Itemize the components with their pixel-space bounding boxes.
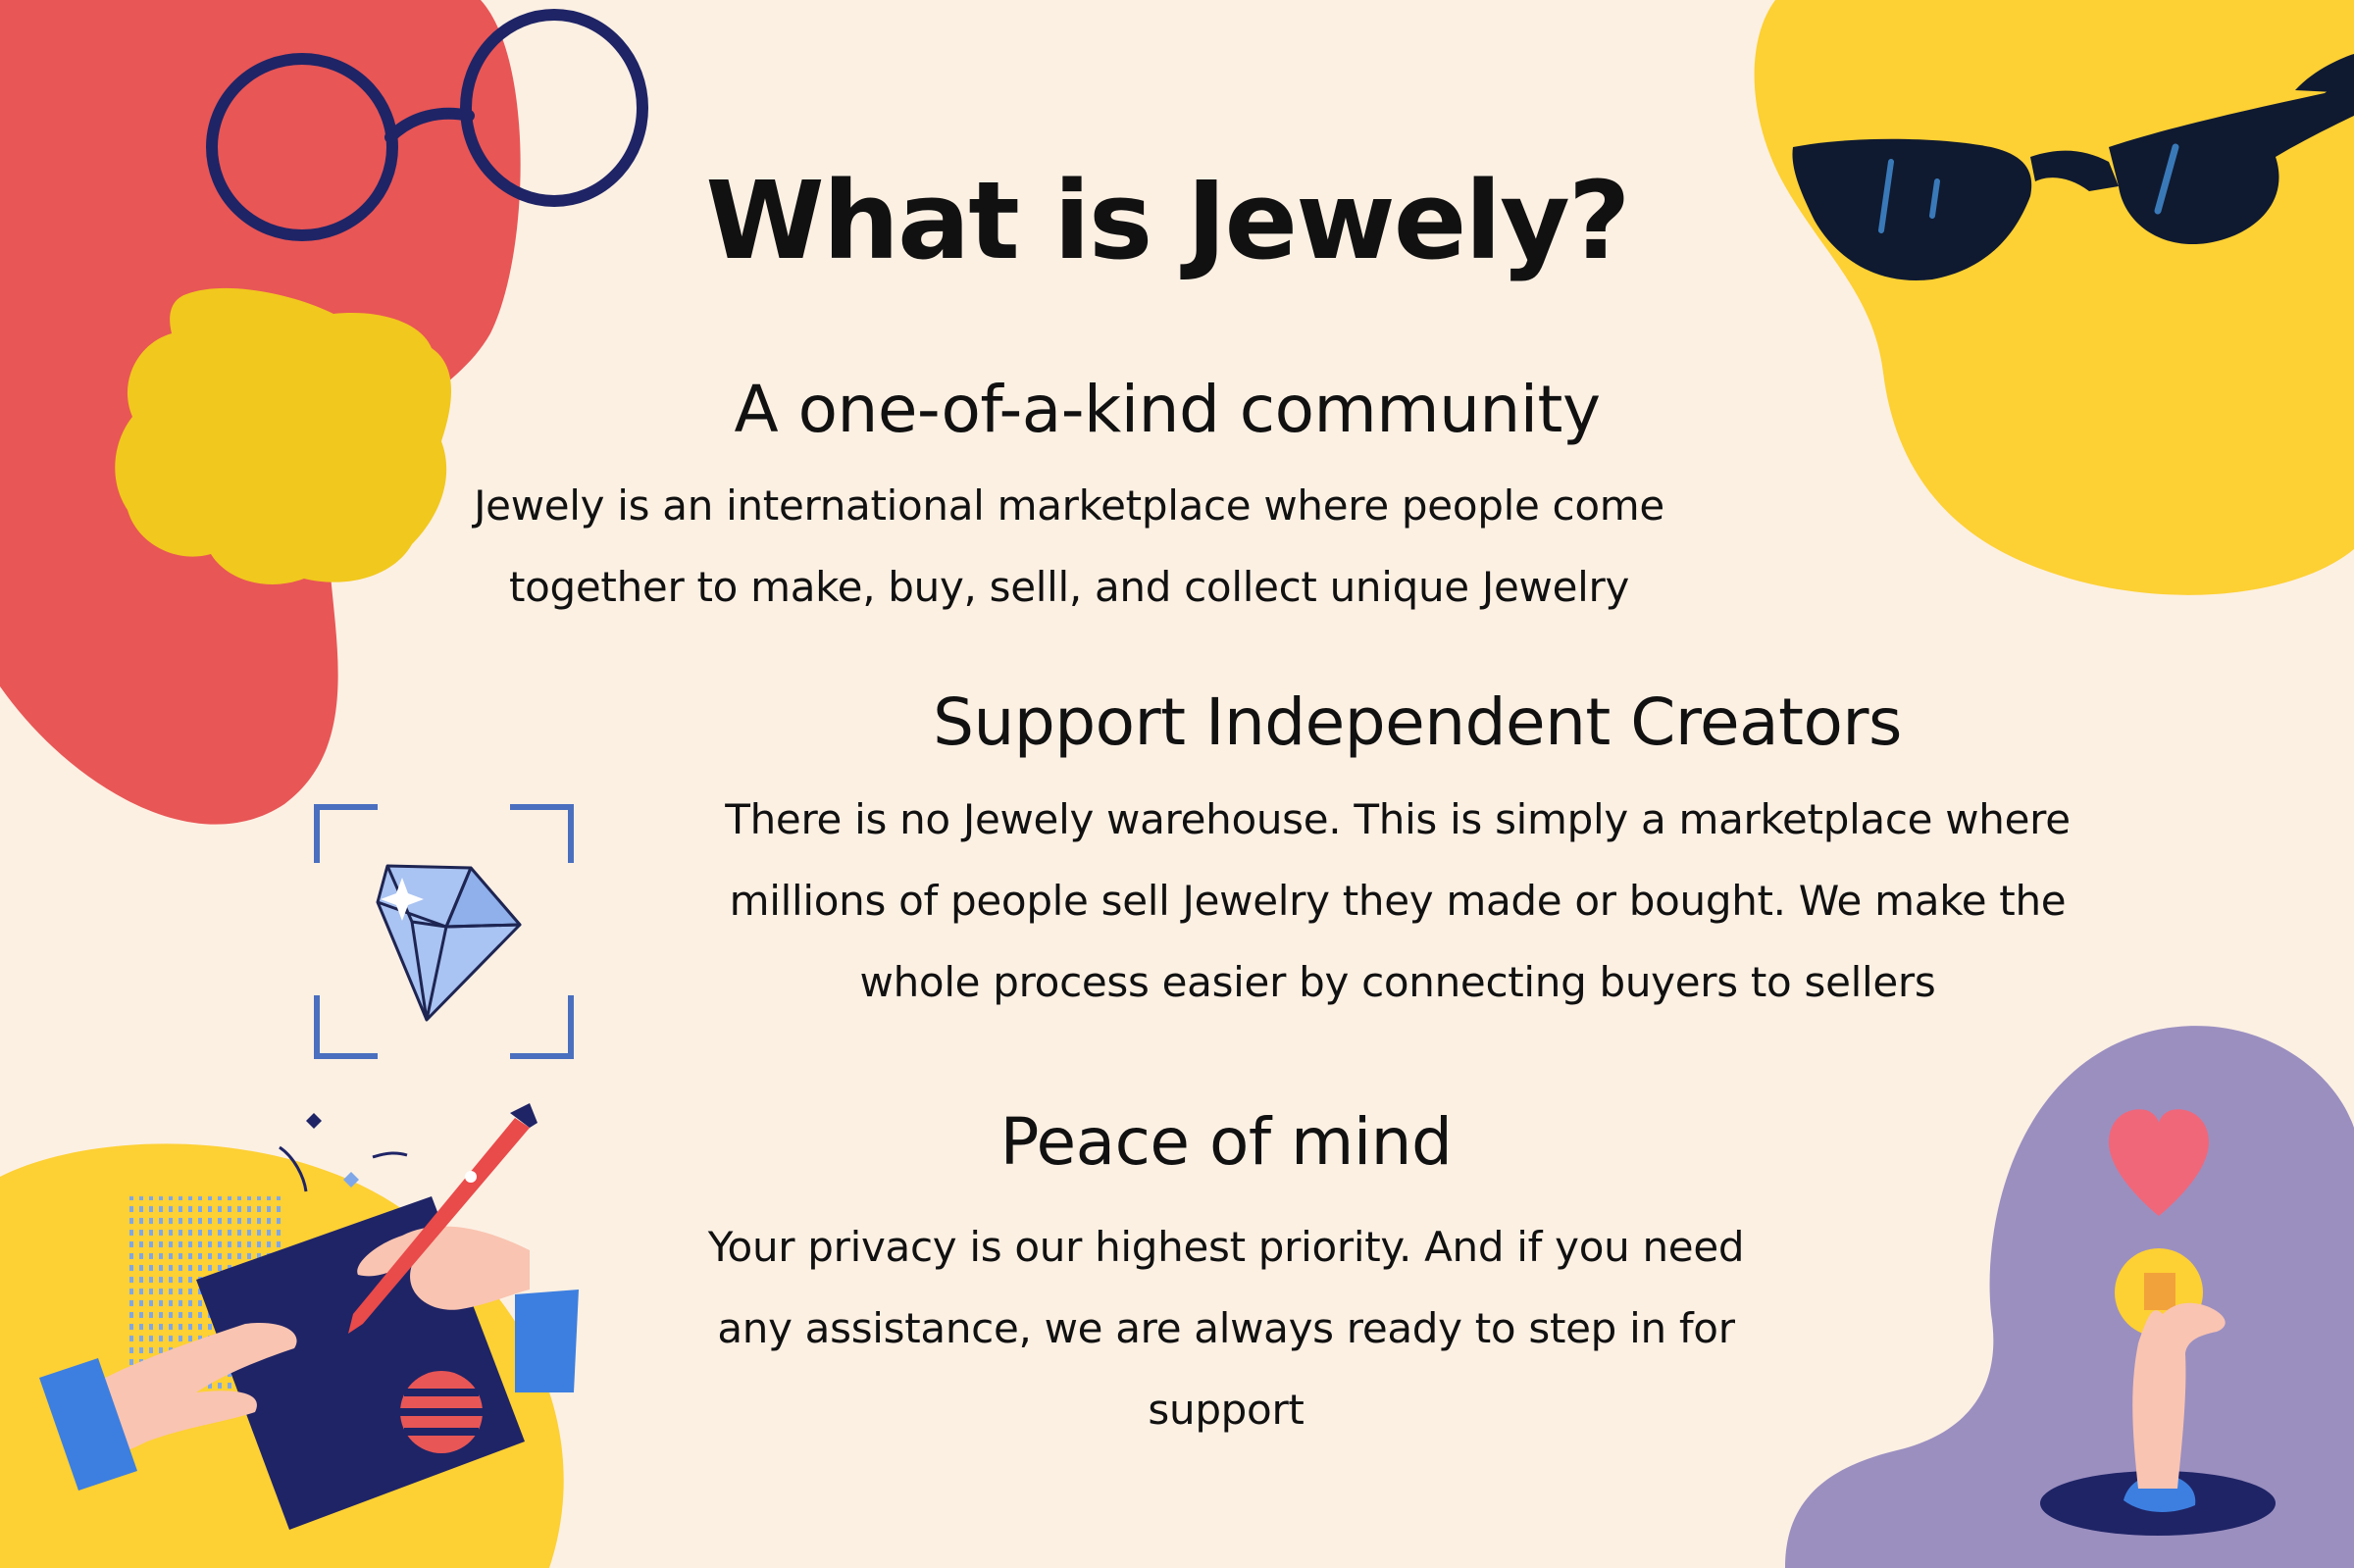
body-line: Jewely is an international marketplace w…: [474, 481, 1664, 530]
yellow-blob: [1754, 0, 2354, 595]
star-sparkle-icon: [306, 1113, 322, 1129]
section-body-community: Jewely is an international marketplace w…: [432, 465, 1707, 628]
body-line: millions of people sell Jewelry they mad…: [729, 877, 2067, 925]
body-line: Your privacy is our highest priority. An…: [707, 1223, 1745, 1271]
section-body-creators: There is no Jewely warehouse. This is si…: [628, 779, 2168, 1023]
section-heading-peace: Peace of mind: [999, 1104, 1453, 1180]
section-heading-creators: Support Independent Creators: [933, 684, 1902, 760]
body-line: any assistance, we are always ready to s…: [717, 1304, 1735, 1352]
section-heading-community: A one-of-a-kind community: [734, 372, 1601, 447]
body-line: support: [1148, 1386, 1305, 1434]
diamond-decoration: [314, 804, 574, 1059]
page-title: What is Jewely?: [705, 158, 1630, 283]
body-line: whole process easier by connecting buyer…: [859, 958, 1936, 1006]
top-right-decoration: [1754, 0, 2354, 595]
arc-line-2: [372, 1151, 408, 1159]
bottom-left-decoration: [0, 1103, 579, 1568]
slide: What is Jewely? A one-of-a-kind communit…: [0, 0, 2354, 1568]
body-line: together to make, buy, selll, and collec…: [508, 563, 1630, 611]
section-body-peace: Your privacy is our highest priority. An…: [588, 1206, 1864, 1450]
body-line: There is no Jewely warehouse. This is si…: [725, 795, 2071, 843]
top-left-decoration: [0, 0, 648, 825]
bottom-right-decoration: [1785, 1026, 2354, 1568]
